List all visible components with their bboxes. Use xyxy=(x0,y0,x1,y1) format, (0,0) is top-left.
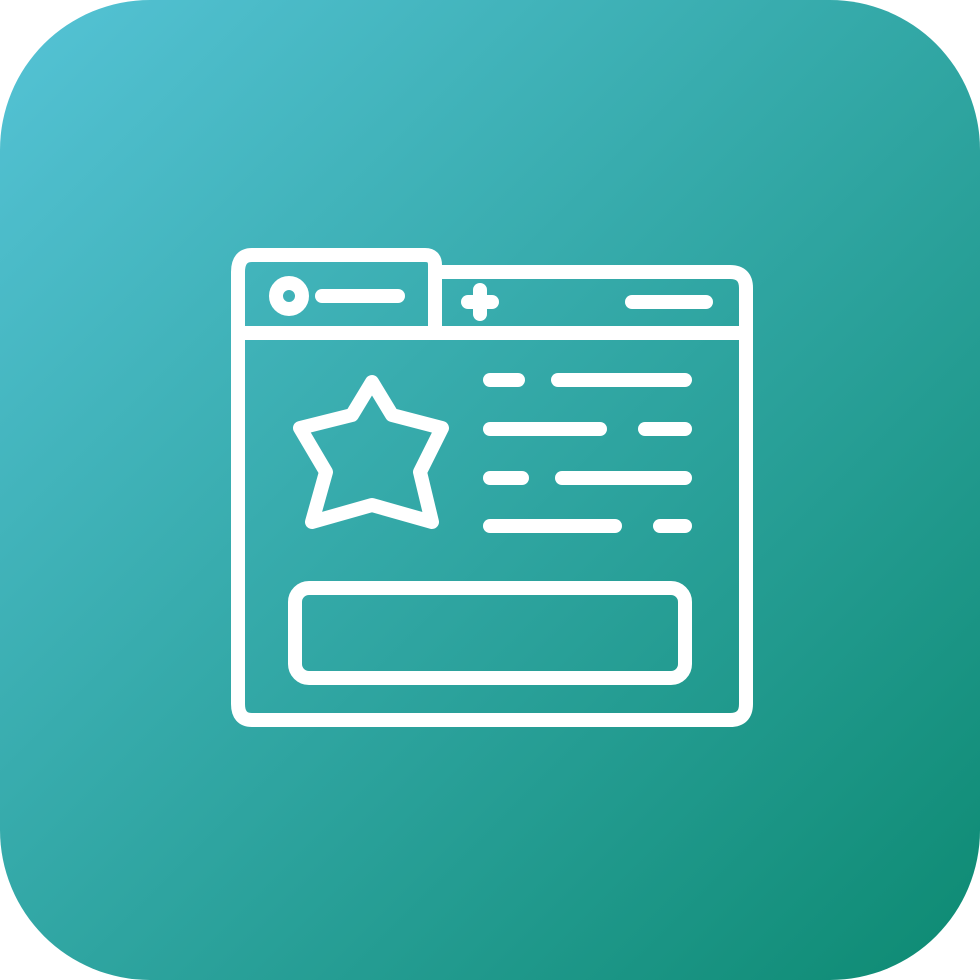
browser-window-favorite-icon xyxy=(0,0,980,980)
tile-background xyxy=(0,0,980,980)
app-icon-tile xyxy=(0,0,980,980)
